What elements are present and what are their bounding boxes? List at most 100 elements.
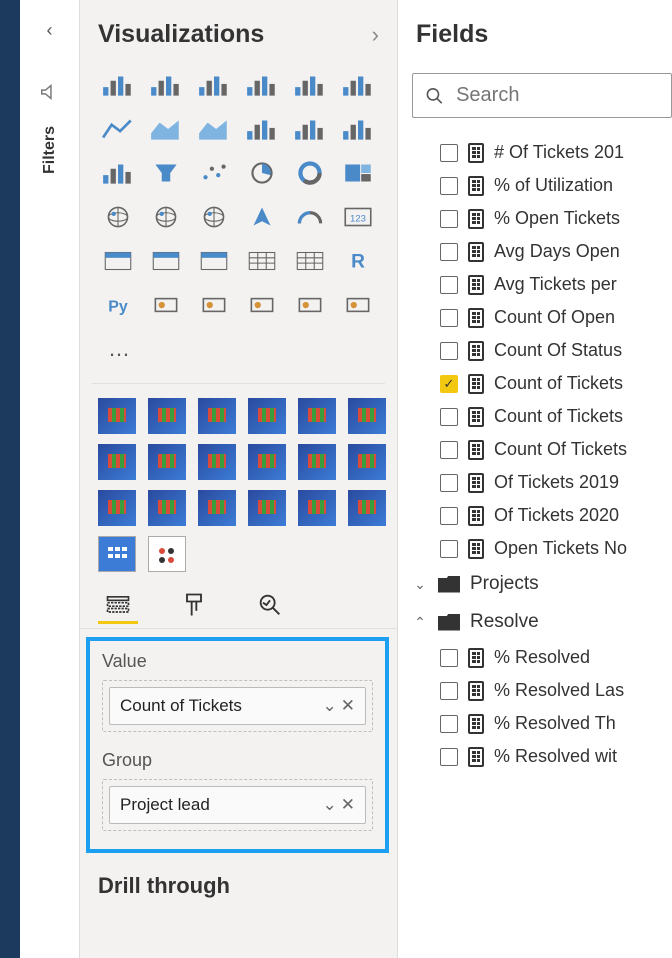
field-checkbox[interactable] <box>440 144 458 162</box>
fields-tab[interactable] <box>98 588 138 624</box>
donut-visual[interactable] <box>290 155 330 191</box>
field-checkbox[interactable] <box>440 715 458 733</box>
field-checkbox[interactable] <box>440 748 458 766</box>
field-item[interactable]: % Resolved Las <box>440 674 672 707</box>
line-clustered-column-visual[interactable] <box>242 111 282 147</box>
custom-visual[interactable] <box>98 444 136 480</box>
treemap-visual[interactable] <box>338 155 378 191</box>
field-item[interactable]: % Resolved <box>440 641 672 674</box>
area-visual[interactable] <box>146 111 186 147</box>
slicer-visual[interactable] <box>194 243 234 279</box>
field-checkbox[interactable] <box>440 243 458 261</box>
field-item[interactable]: % Open Tickets <box>440 202 672 235</box>
filled-map-visual[interactable] <box>146 199 186 235</box>
field-item[interactable]: % Resolved wit <box>440 740 672 773</box>
custom-visual[interactable] <box>98 490 136 526</box>
collapse-chevron-icon[interactable]: ‹ <box>47 20 53 41</box>
map-visual[interactable] <box>98 199 138 235</box>
field-checkbox[interactable] <box>440 474 458 492</box>
custom-visual[interactable] <box>298 398 336 434</box>
custom-visual[interactable] <box>248 398 286 434</box>
matrix-visual[interactable] <box>290 243 330 279</box>
100-stacked-column-visual[interactable] <box>338 67 378 103</box>
field-checkbox[interactable] <box>440 540 458 558</box>
line-stacked-column-visual[interactable] <box>290 111 330 147</box>
scatter-visual[interactable] <box>194 155 234 191</box>
field-item[interactable]: Of Tickets 2020 <box>440 499 672 532</box>
custom-visual[interactable] <box>348 398 386 434</box>
more-visuals-icon[interactable]: … <box>98 331 138 367</box>
custom-visual[interactable] <box>98 536 136 572</box>
field-item[interactable]: Count Of Open <box>440 301 672 334</box>
stacked-column-visual[interactable] <box>194 67 234 103</box>
field-item[interactable]: Count Of Status <box>440 334 672 367</box>
custom-visual[interactable] <box>148 536 186 572</box>
search-input[interactable] <box>456 84 659 107</box>
value-field-pill[interactable]: Count of Tickets ⌄ ✕ <box>109 687 366 725</box>
field-checkbox[interactable] <box>440 210 458 228</box>
pie-visual[interactable] <box>242 155 282 191</box>
clustered-bar-visual[interactable] <box>146 67 186 103</box>
card-visual[interactable]: 123 <box>338 199 378 235</box>
shape-map-visual[interactable] <box>194 199 234 235</box>
remove-field-icon[interactable]: ✕ <box>341 696 355 716</box>
field-checkbox[interactable] <box>440 342 458 360</box>
decomposition-tree-visual[interactable] <box>194 287 234 323</box>
chevron-down-icon[interactable]: ⌄ <box>323 795 337 815</box>
custom-visual[interactable] <box>348 490 386 526</box>
paginated-visual[interactable] <box>338 287 378 323</box>
multi-row-card-visual[interactable] <box>98 243 138 279</box>
field-checkbox[interactable] <box>440 309 458 327</box>
field-checkbox[interactable] <box>440 177 458 195</box>
field-checkbox[interactable] <box>440 441 458 459</box>
ribbon-visual[interactable] <box>338 111 378 147</box>
r-visual-visual[interactable]: R <box>338 243 378 279</box>
value-well[interactable]: Count of Tickets ⌄ ✕ <box>102 680 373 732</box>
viz-collapse-icon[interactable]: › <box>372 22 379 48</box>
custom-visual[interactable] <box>148 444 186 480</box>
group-field-pill[interactable]: Project lead ⌄ ✕ <box>109 786 366 824</box>
field-checkbox[interactable] <box>440 408 458 426</box>
fields-search[interactable] <box>412 73 672 118</box>
field-checkbox[interactable] <box>440 507 458 525</box>
py-visual-visual[interactable]: Py <box>98 287 138 323</box>
custom-visual[interactable] <box>198 490 236 526</box>
field-item[interactable]: Avg Days Open <box>440 235 672 268</box>
100-stacked-bar-visual[interactable] <box>290 67 330 103</box>
folder-projects[interactable]: ⌄ Projects <box>412 565 672 603</box>
field-item[interactable]: Avg Tickets per <box>440 268 672 301</box>
field-item[interactable]: Of Tickets 2019 <box>440 466 672 499</box>
filters-label[interactable]: Filters <box>41 126 59 174</box>
announce-icon[interactable] <box>39 81 61 106</box>
field-checkbox[interactable] <box>440 682 458 700</box>
key-influencers-visual[interactable] <box>146 287 186 323</box>
custom-visual[interactable] <box>298 490 336 526</box>
folder-resolve[interactable]: ⌃ Resolve <box>412 603 672 641</box>
field-item[interactable]: % Resolved Th <box>440 707 672 740</box>
clustered-column-visual[interactable] <box>242 67 282 103</box>
stacked-area-visual[interactable] <box>194 111 234 147</box>
custom-visual[interactable] <box>198 444 236 480</box>
line-visual[interactable] <box>98 111 138 147</box>
remove-field-icon[interactable]: ✕ <box>341 795 355 815</box>
field-item[interactable]: Count of Tickets <box>440 400 672 433</box>
kpi-visual[interactable] <box>146 243 186 279</box>
field-checkbox[interactable] <box>440 375 458 393</box>
qa-visual[interactable] <box>242 287 282 323</box>
custom-visual[interactable] <box>198 398 236 434</box>
chevron-down-icon[interactable]: ⌄ <box>323 696 337 716</box>
narrative-visual[interactable] <box>290 287 330 323</box>
field-item[interactable]: Open Tickets No <box>440 532 672 565</box>
field-checkbox[interactable] <box>440 649 458 667</box>
table-visual[interactable] <box>242 243 282 279</box>
group-well[interactable]: Project lead ⌄ ✕ <box>102 779 373 831</box>
funnel-visual[interactable] <box>146 155 186 191</box>
field-item[interactable]: # Of Tickets 201 <box>440 136 672 169</box>
format-tab[interactable] <box>174 588 214 624</box>
field-checkbox[interactable] <box>440 276 458 294</box>
custom-visual[interactable] <box>298 444 336 480</box>
stacked-bar-visual[interactable] <box>98 67 138 103</box>
field-item[interactable]: Count of Tickets <box>440 367 672 400</box>
custom-visual[interactable] <box>248 444 286 480</box>
analytics-tab[interactable] <box>250 588 290 624</box>
